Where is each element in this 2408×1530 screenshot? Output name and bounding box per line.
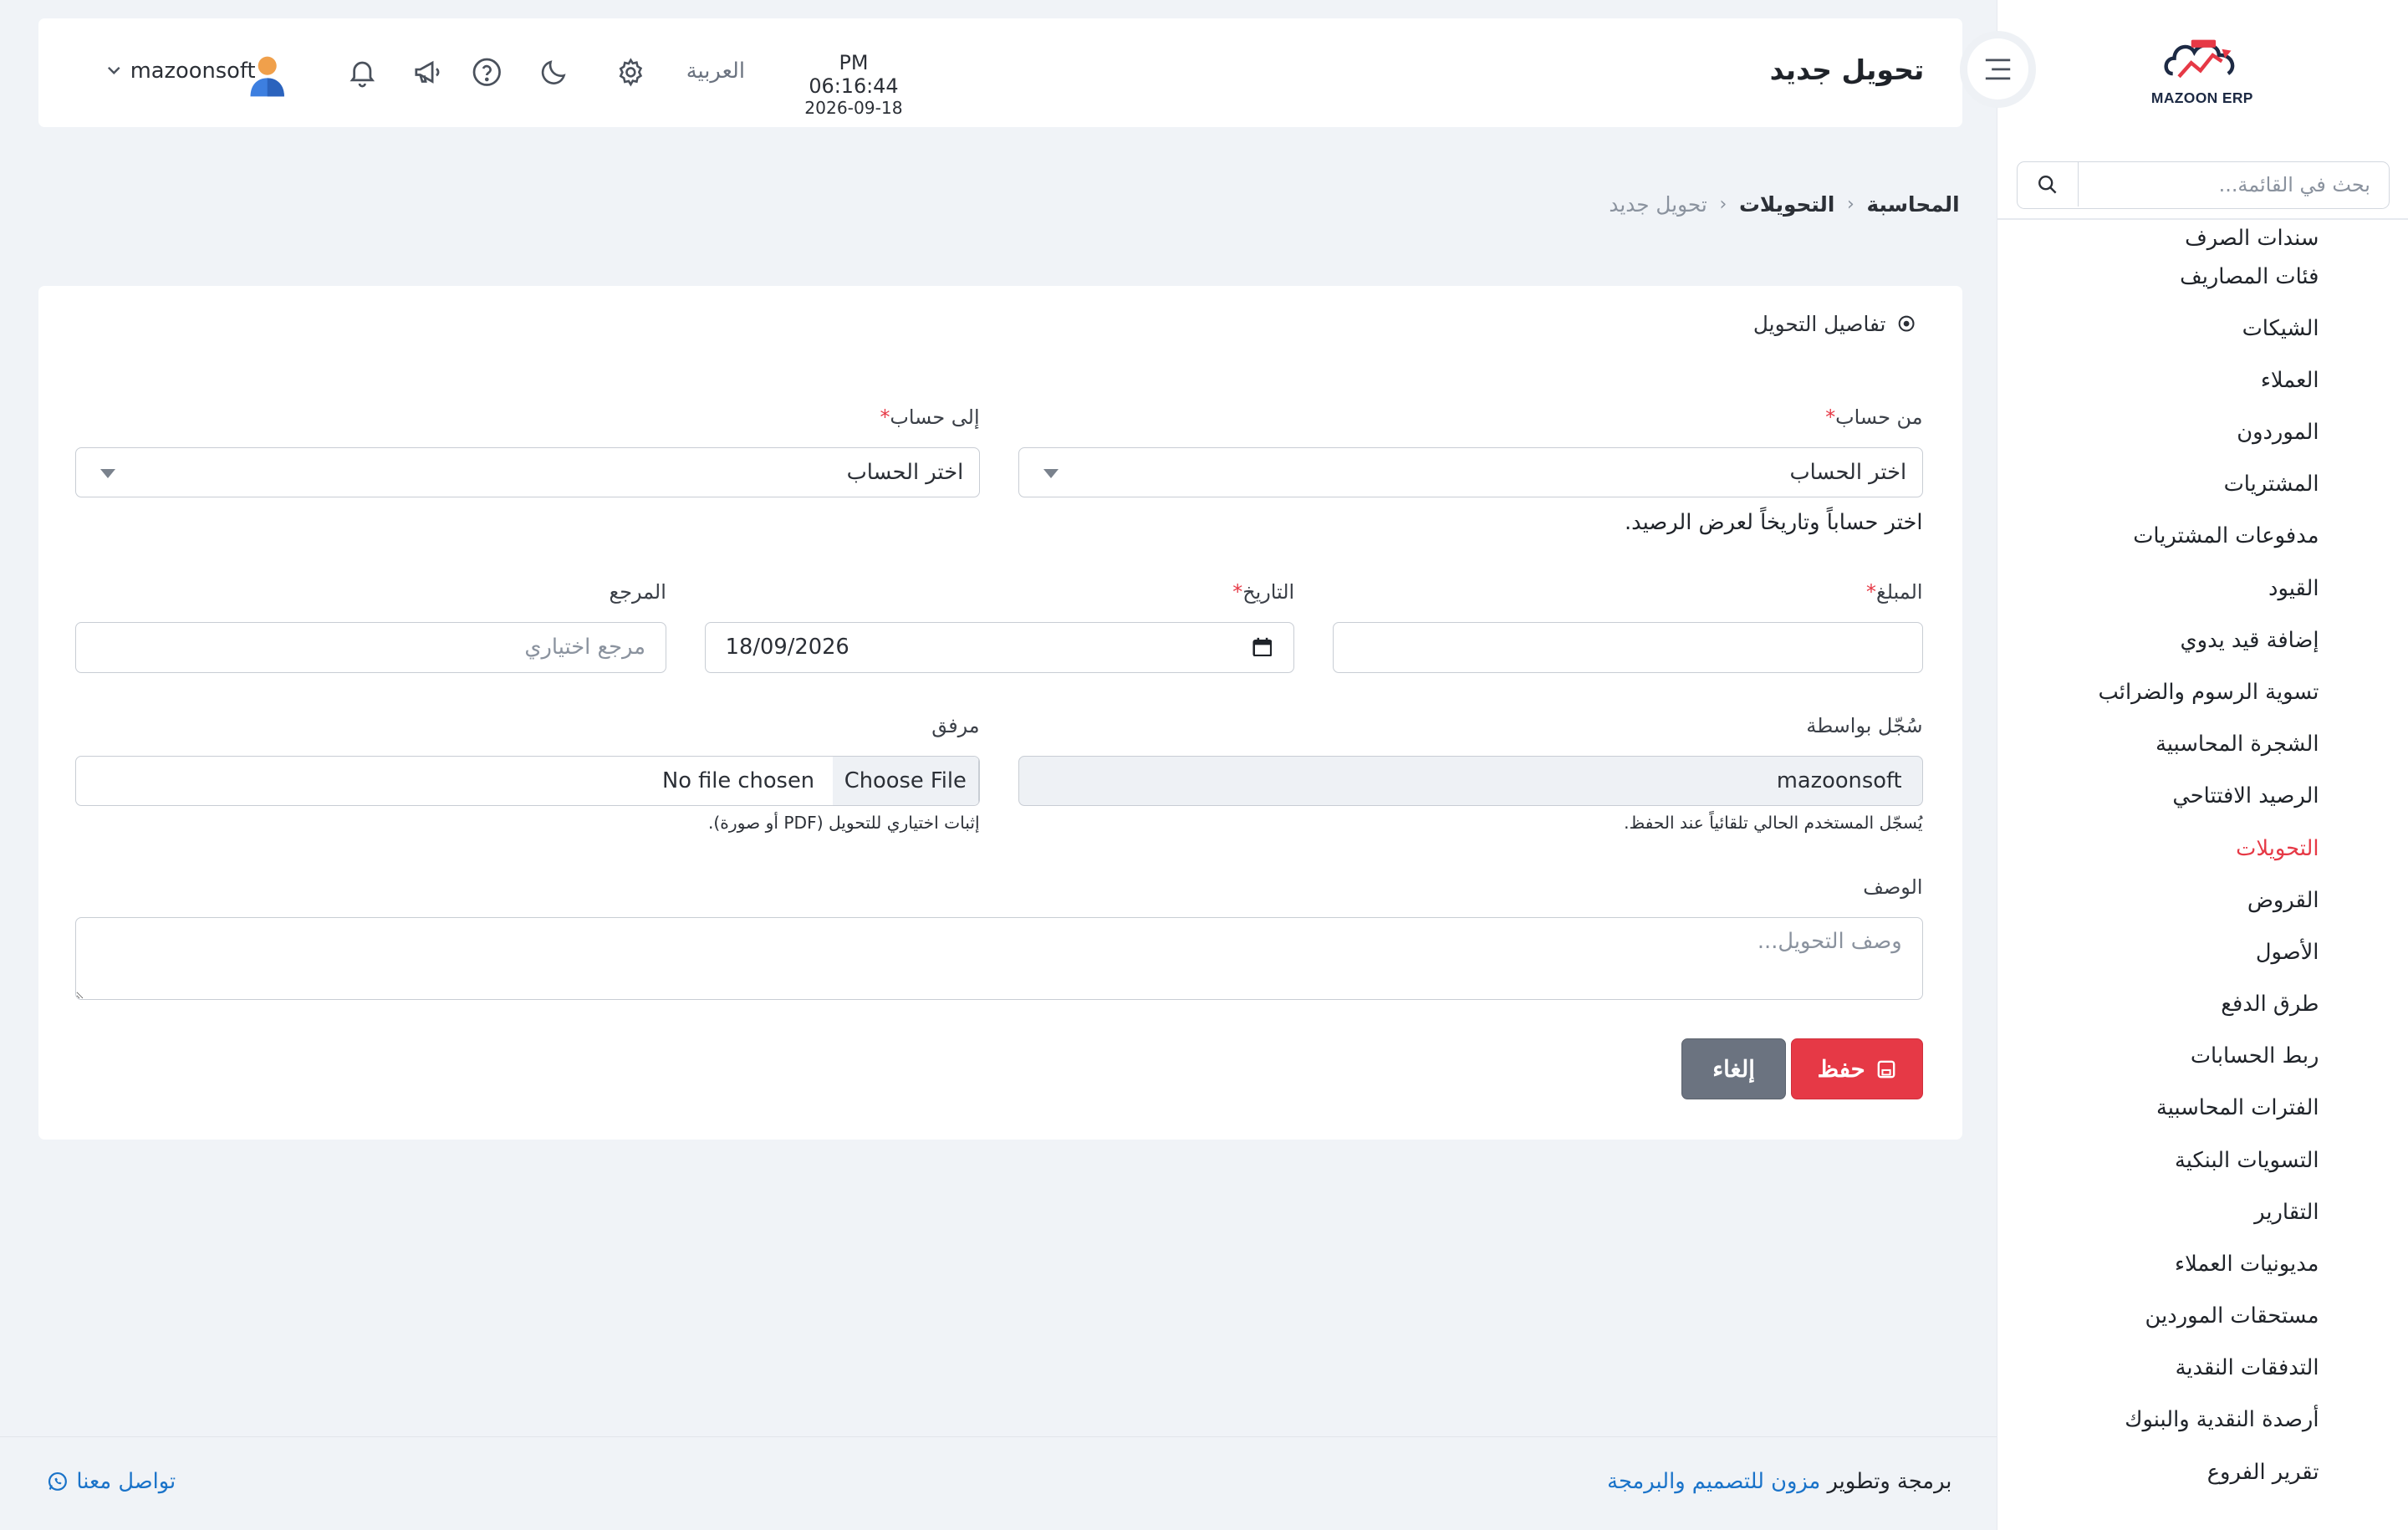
- user-menu[interactable]: mazoonsoft: [107, 58, 256, 84]
- breadcrumb: المحاسبة ‹ التحويلات ‹ تحويل جديد: [1609, 192, 1959, 217]
- sidebar-item-transfers[interactable]: التحويلات: [2012, 830, 2319, 882]
- sidebar-item-purchases[interactable]: المشتريات: [2012, 466, 2319, 518]
- sidebar-item-account-mapping[interactable]: ربط الحسابات: [2012, 1038, 2319, 1089]
- reference-input[interactable]: [74, 621, 666, 673]
- footer: برمجة وتطوير مزون للتصميم والبرمجة تواصل…: [0, 1436, 1997, 1530]
- attachment-file-input[interactable]: No file chosen Choose File: [74, 755, 980, 807]
- logo-icon: [2164, 39, 2235, 79]
- sidebar-item-customer-debts[interactable]: مديونيات العملاء: [2012, 1246, 2319, 1298]
- breadcrumb-separator-icon: ‹: [1847, 193, 1854, 215]
- chevron-down-icon: [108, 67, 120, 75]
- sidebar-item-branches-report[interactable]: تقرير الفروع: [2012, 1454, 2319, 1506]
- sidebar-item-payment-methods[interactable]: طرق الدفع: [2012, 986, 2319, 1038]
- from-account-value: اختر الحساب: [1789, 459, 1907, 485]
- sidebar-item-loans[interactable]: القروض: [2012, 882, 2319, 934]
- sidebar-item-cash-flows[interactable]: التدفقات النقدية: [2012, 1349, 2319, 1401]
- section-title: تفاصيل التحويل: [1753, 312, 1915, 336]
- attachment-label: مرفق: [931, 714, 980, 738]
- footer-credit-link[interactable]: مزون للتصميم والبرمجة: [1607, 1469, 1820, 1494]
- reference-label: المرجع: [609, 580, 666, 604]
- sidebar-item-journal-entries[interactable]: القيود: [2012, 570, 2319, 622]
- date-value: 18/09/2026: [725, 635, 849, 660]
- to-account-label: إلى حساب*: [880, 405, 980, 429]
- sidebar-item-suppliers[interactable]: الموردون: [2012, 414, 2319, 466]
- date-input[interactable]: 18/09/2026: [704, 621, 1295, 673]
- recorded-by-field: [1018, 755, 1923, 807]
- app-logo[interactable]: MAZOON ERP: [2147, 37, 2258, 114]
- sidebar-item-cash-bank-balances[interactable]: أرصدة النقدية والبنوك: [2012, 1401, 2319, 1453]
- save-button-label: حفظ: [1817, 1055, 1865, 1082]
- to-account-select[interactable]: اختر الحساب: [74, 446, 980, 498]
- attachment-hint: إثبات اختياري للتحويل (PDF أو صورة).: [707, 812, 980, 833]
- sidebar-search-input[interactable]: [2081, 161, 2389, 208]
- cancel-button[interactable]: إلغاء: [1681, 1038, 1786, 1100]
- caret-down-icon: [1043, 469, 1059, 479]
- sidebar-item-cheques[interactable]: الشيكات: [2012, 310, 2319, 362]
- bell-icon[interactable]: [344, 54, 380, 90]
- sidebar-item-assets[interactable]: الأصول: [2012, 934, 2319, 986]
- choose-file-button[interactable]: Choose File: [833, 756, 979, 806]
- search-icon[interactable]: [2018, 161, 2079, 207]
- breadcrumb-current: تحويل جديد: [1609, 191, 1707, 217]
- help-icon[interactable]: [468, 54, 505, 90]
- save-button[interactable]: حفظ: [1790, 1038, 1923, 1100]
- save-icon: [1878, 1060, 1895, 1078]
- megaphone-icon[interactable]: [410, 54, 446, 90]
- sidebar-item-purchase-payments[interactable]: مدفوعات المشتريات: [2012, 518, 2319, 569]
- to-account-value: اختر الحساب: [846, 459, 964, 485]
- from-account-select[interactable]: اختر الحساب: [1018, 446, 1923, 498]
- clock-date: 2026-09-18: [804, 97, 903, 118]
- sidebar-item-manual-entry[interactable]: إضافة قيد يدوي: [2012, 622, 2319, 674]
- user-name: mazoonsoft: [130, 58, 256, 84]
- footer-credit: برمجة وتطوير مزون للتصميم والبرمجة: [1607, 1469, 1951, 1494]
- from-account-label: من حساب*: [1825, 405, 1923, 429]
- description-label: الوصف: [1863, 875, 1923, 900]
- sidebar-search: [2016, 161, 2390, 209]
- sidebar-item-opening-balance[interactable]: الرصيد الافتتاحي: [2012, 778, 2319, 829]
- logo-text: MAZOON ERP: [2150, 89, 2253, 106]
- top-bar: تحويل جديد PM 06:16:44 2026-09-18 العربي…: [38, 18, 1963, 128]
- sidebar-toggle-button[interactable]: [1959, 30, 2037, 108]
- moon-icon[interactable]: [536, 54, 573, 90]
- balance-hint: اختر حساباً وتاريخاً لعرض الرصيد.: [1624, 509, 1923, 535]
- menu-icon: [1985, 59, 2011, 80]
- breadcrumb-accounting[interactable]: المحاسبة: [1867, 192, 1960, 217]
- sidebar-menu: سندات الصرف فئات المصاريف الشيكات العملا…: [2012, 220, 2319, 1506]
- sidebar-item-fiscal-periods[interactable]: الفترات المحاسبية: [2012, 1089, 2319, 1141]
- contact-us-link[interactable]: تواصل معنا: [48, 1469, 176, 1494]
- transfer-form-card: تفاصيل التحويل من حساب* اختر الحساب إلى …: [38, 285, 1963, 1140]
- recorded-by-hint: يُسجّل المستخدم الحالي تلقائياً عند الحف…: [1624, 812, 1923, 833]
- amount-label: المبلغ*: [1866, 580, 1923, 604]
- clock: PM 06:16:44 2026-09-18: [793, 51, 913, 118]
- page-title: تحويل جديد: [1769, 54, 1925, 87]
- contact-us-label: تواصل معنا: [76, 1469, 176, 1495]
- section-title-text: تفاصيل التحويل: [1752, 311, 1886, 336]
- target-icon: [1898, 315, 1915, 332]
- description-textarea[interactable]: [74, 916, 1923, 1000]
- sidebar-item-supplier-dues[interactable]: مستحقات الموردين: [2012, 1298, 2319, 1349]
- sidebar-item-bank-reconciliations[interactable]: التسويات البنكية: [2012, 1142, 2319, 1194]
- whatsapp-icon: [48, 1472, 67, 1492]
- sidebar-item-reports[interactable]: التقارير: [2012, 1194, 2319, 1246]
- sidebar-item-fees-taxes-settlement[interactable]: تسوية الرسوم والضرائب: [2012, 674, 2319, 726]
- language-switcher[interactable]: العربية: [686, 59, 745, 84]
- breadcrumb-separator-icon: ‹: [1719, 193, 1727, 215]
- date-label: التاريخ*: [1232, 580, 1295, 604]
- caret-down-icon: [100, 469, 115, 479]
- sidebar: MAZOON ERP سندات الصرف فئات المصاريف الش…: [1996, 0, 2408, 1530]
- footer-credit-prefix: برمجة وتطوير: [1827, 1469, 1952, 1495]
- clock-time: PM 06:16:44: [809, 51, 899, 98]
- recorded-by-label: سُجّل بواسطة: [1806, 714, 1923, 738]
- sidebar-item-expense-categories[interactable]: فئات المصاريف: [2012, 258, 2319, 310]
- calendar-icon[interactable]: [1252, 637, 1273, 657]
- file-status: No file chosen: [661, 768, 815, 794]
- sidebar-item-customers[interactable]: العملاء: [2012, 362, 2319, 414]
- sidebar-item-payment-vouchers[interactable]: سندات الصرف: [2012, 220, 2319, 258]
- breadcrumb-transfers[interactable]: التحويلات: [1739, 192, 1834, 217]
- gear-icon[interactable]: [613, 54, 650, 90]
- sidebar-item-chart-of-accounts[interactable]: الشجرة المحاسبية: [2012, 726, 2319, 778]
- amount-input[interactable]: [1333, 621, 1923, 673]
- cancel-button-label: إلغاء: [1712, 1055, 1755, 1082]
